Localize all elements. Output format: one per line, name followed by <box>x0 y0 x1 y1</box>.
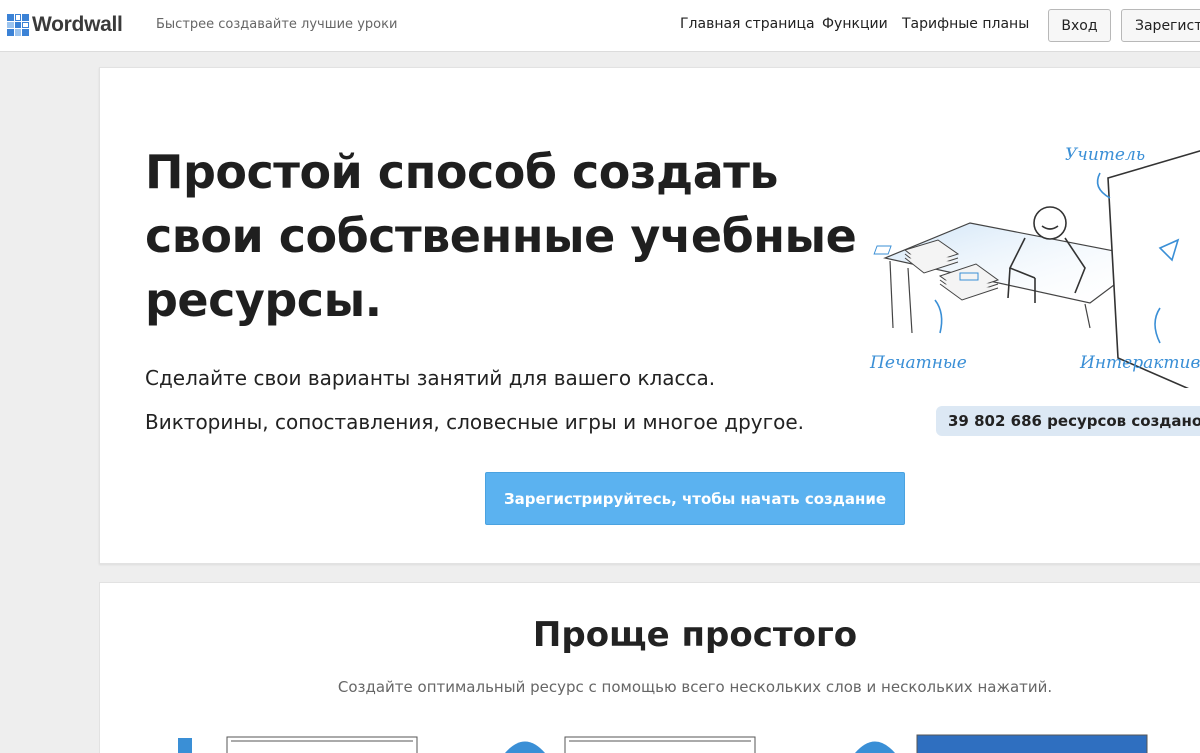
hero-subtitle-1: Сделайте свои варианты занятий для вашег… <box>145 366 716 390</box>
login-button[interactable]: Вход <box>1048 9 1111 42</box>
logo-grid-icon <box>7 14 29 36</box>
hero-subtitle-2: Викторины, сопоставления, словесные игры… <box>145 410 805 434</box>
hero-title: Простой способ создать свои собственные … <box>145 145 857 327</box>
nav-pricing-link[interactable]: Тарифные планы <box>902 16 1029 32</box>
step-1-number <box>178 738 192 753</box>
teacher-label: Учитель <box>1065 145 1145 165</box>
section-title: Проще простого <box>532 615 858 655</box>
logo-text: Wordwall <box>32 13 123 36</box>
interactive-screen <box>1107 150 1200 388</box>
interactive-label: Интерактив <box>1079 353 1200 373</box>
hero-panel: Простой способ создать свои собственные … <box>99 67 1200 564</box>
step-3-number <box>855 741 895 753</box>
classroom-illustration: Учитель Печатные Интерактив <box>869 145 1200 388</box>
step-2-number <box>505 741 545 753</box>
header-tagline: Быстрее создавайте лучшие уроки <box>156 17 398 32</box>
nav-home-link[interactable]: Главная страница <box>680 16 815 32</box>
nav-features-link[interactable]: Функции <box>822 16 888 32</box>
section-subtitle: Создайте оптимальный ресурс с помощью вс… <box>337 678 1053 696</box>
step-1-thumbnail <box>226 736 418 753</box>
resources-counter-badge: 39 802 686 ресурсов создано <box>936 406 1200 436</box>
step-2-thumbnail <box>564 736 756 753</box>
signup-cta-button[interactable]: Зарегистрируйтесь, чтобы начать создание <box>485 472 905 525</box>
step-3-thumbnail <box>916 734 1148 753</box>
steps-preview <box>178 734 1148 753</box>
wordwall-logo[interactable]: Wordwall <box>7 13 123 37</box>
easy-section: Проще простого Создайте оптимальный ресу… <box>99 582 1200 753</box>
printable-label: Печатные <box>869 353 967 373</box>
top-navigation-bar: Wordwall Быстрее создавайте лучшие уроки… <box>0 0 1200 52</box>
signup-header-button[interactable]: Зарегистрироваться <box>1121 9 1200 42</box>
